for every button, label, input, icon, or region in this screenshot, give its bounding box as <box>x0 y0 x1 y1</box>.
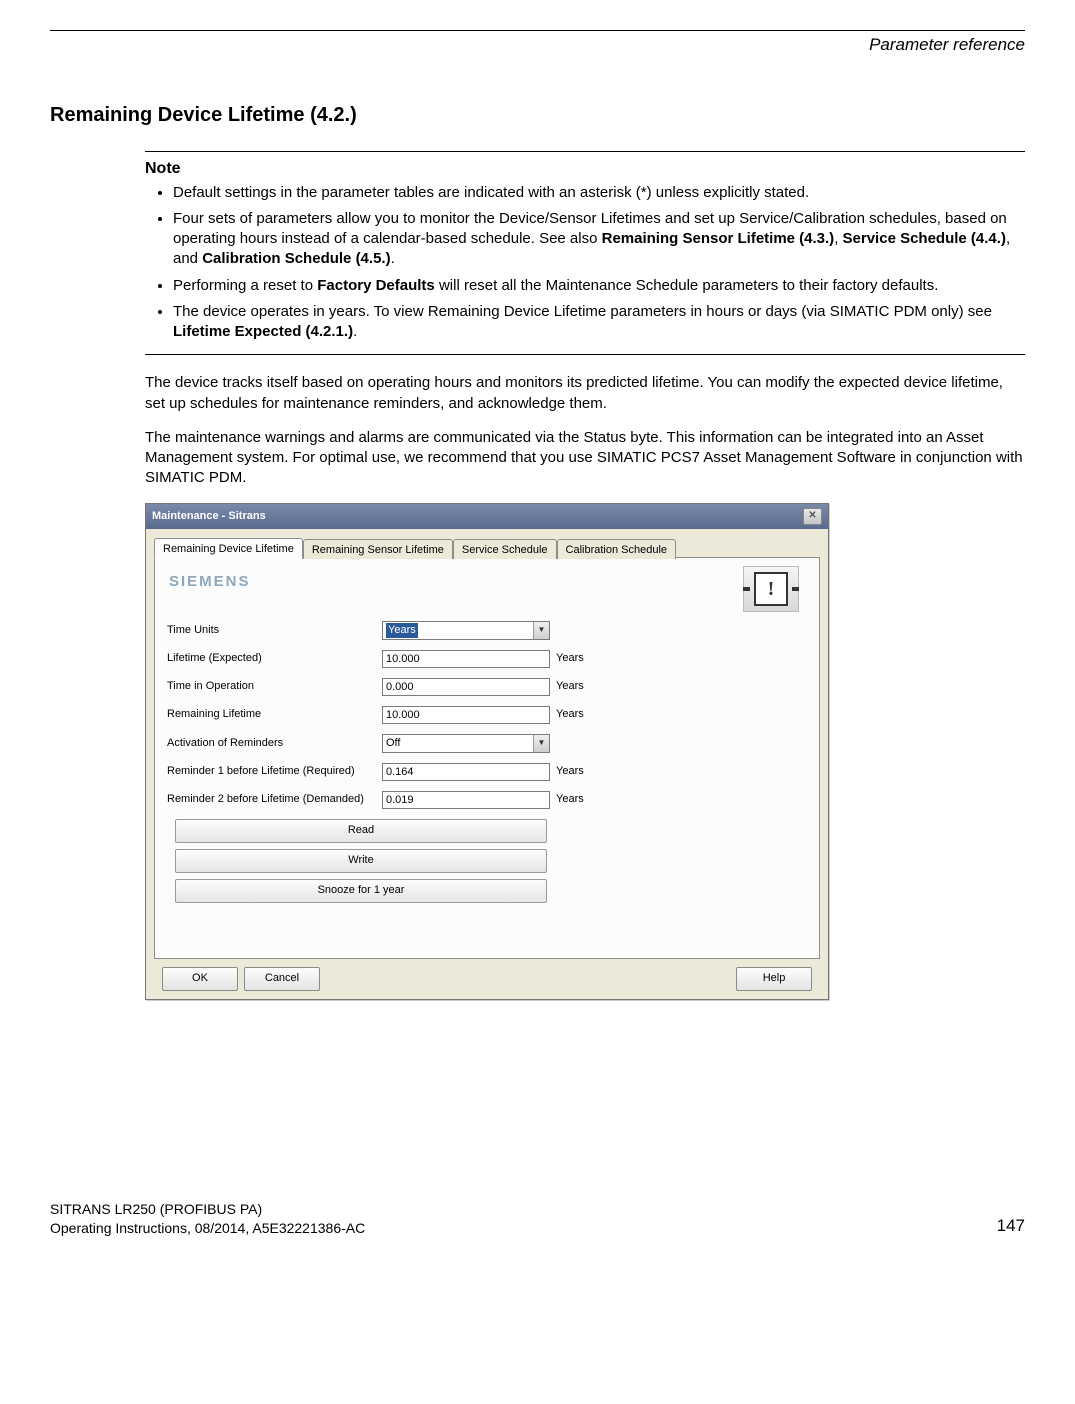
write-button[interactable]: Write <box>175 849 547 873</box>
note-item: Four sets of parameters allow you to mon… <box>173 209 1025 270</box>
tab-panel: SIEMENS ! Time Units Years ▼ Lifetime (E… <box>154 557 820 959</box>
page-footer: SITRANS LR250 (PROFIBUS PA) Operating In… <box>50 1200 1025 1238</box>
label-reminder-2: Reminder 2 before Lifetime (Demanded) <box>167 792 382 807</box>
chevron-down-icon[interactable]: ▼ <box>533 735 549 752</box>
note-item: Default settings in the parameter tables… <box>173 183 1025 203</box>
close-icon[interactable]: ✕ <box>803 508 822 525</box>
label-reminder-1: Reminder 1 before Lifetime (Required) <box>167 764 382 779</box>
warning-icon: ! <box>754 572 788 606</box>
unit-label: Years <box>556 707 584 722</box>
label-time-in-operation: Time in Operation <box>167 679 382 694</box>
status-icon: ! <box>743 566 799 612</box>
input-time-in-operation[interactable] <box>382 678 550 696</box>
input-reminder-1[interactable] <box>382 763 550 781</box>
dialog-title: Maintenance - Sitrans <box>152 509 266 524</box>
tab-strip: Remaining Device Lifetime Remaining Sens… <box>154 537 820 559</box>
footer-docinfo: Operating Instructions, 08/2014, A5E3222… <box>50 1219 1025 1238</box>
dialog-titlebar[interactable]: Maintenance - Sitrans ✕ <box>146 504 828 529</box>
note-list: Default settings in the parameter tables… <box>145 183 1025 343</box>
chapter-header: Parameter reference <box>50 34 1025 57</box>
help-button[interactable]: Help <box>736 967 812 991</box>
note-title: Note <box>145 158 1025 180</box>
label-time-units: Time Units <box>167 623 382 638</box>
unit-label: Years <box>556 764 584 779</box>
siemens-logo: SIEMENS <box>169 572 807 592</box>
chevron-down-icon[interactable]: ▼ <box>533 622 549 639</box>
note-item: Performing a reset to Factory Defaults w… <box>173 276 1025 296</box>
label-activation-reminders: Activation of Reminders <box>167 736 382 751</box>
select-time-units[interactable]: Years ▼ <box>382 621 550 640</box>
body-paragraph: The maintenance warnings and alarms are … <box>145 428 1025 489</box>
top-rule <box>50 30 1025 31</box>
unit-label: Years <box>556 679 584 694</box>
ok-button[interactable]: OK <box>162 967 238 991</box>
cancel-button[interactable]: Cancel <box>244 967 320 991</box>
dialog-bottom-bar: OK Cancel Help <box>154 959 820 999</box>
unit-label: Years <box>556 651 584 666</box>
read-button[interactable]: Read <box>175 819 547 843</box>
section-heading: Remaining Device Lifetime (4.2.) <box>50 102 1025 129</box>
tab-remaining-sensor-lifetime[interactable]: Remaining Sensor Lifetime <box>303 539 453 560</box>
note-box: Note Default settings in the parameter t… <box>145 151 1025 355</box>
label-remaining-lifetime: Remaining Lifetime <box>167 707 382 722</box>
snooze-button[interactable]: Snooze for 1 year <box>175 879 547 903</box>
maintenance-dialog: Maintenance - Sitrans ✕ Remaining Device… <box>145 503 829 1001</box>
select-activation-reminders[interactable]: Off ▼ <box>382 734 550 753</box>
label-lifetime-expected: Lifetime (Expected) <box>167 651 382 666</box>
input-remaining-lifetime[interactable] <box>382 706 550 724</box>
footer-product: SITRANS LR250 (PROFIBUS PA) <box>50 1200 1025 1219</box>
input-reminder-2[interactable] <box>382 791 550 809</box>
page-number: 147 <box>997 1215 1025 1238</box>
input-lifetime-expected[interactable] <box>382 650 550 668</box>
tab-calibration-schedule[interactable]: Calibration Schedule <box>557 539 677 560</box>
body-paragraph: The device tracks itself based on operat… <box>145 373 1025 414</box>
note-item: The device operates in years. To view Re… <box>173 302 1025 343</box>
tab-service-schedule[interactable]: Service Schedule <box>453 539 557 560</box>
tab-remaining-device-lifetime[interactable]: Remaining Device Lifetime <box>154 538 303 560</box>
unit-label: Years <box>556 792 584 807</box>
